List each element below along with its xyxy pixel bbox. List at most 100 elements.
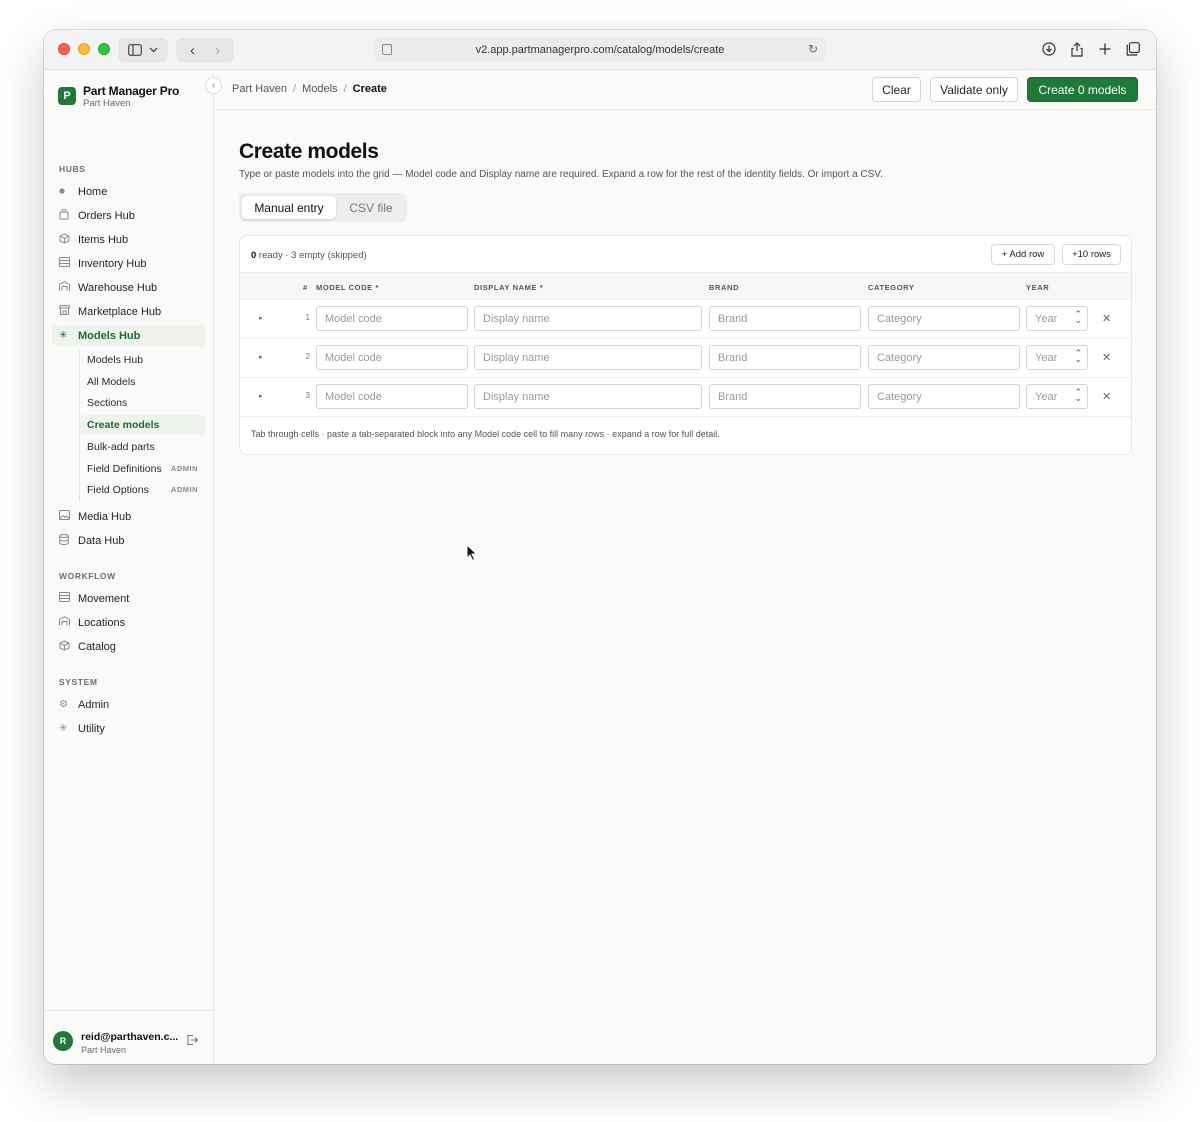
year-stepper[interactable]: ⌃⌄ <box>1026 345 1088 370</box>
sidebar-subitem-field-options[interactable]: Field Options ADMIN <box>80 480 206 499</box>
sidebar-item-label: Locations <box>78 616 126 629</box>
sidebar-subitem-field-definitions[interactable]: Field Definitions ADMIN <box>80 459 206 478</box>
create-models-button[interactable]: Create 0 models <box>1027 77 1138 102</box>
zoom-window-button[interactable] <box>98 43 110 55</box>
clear-button[interactable]: Clear <box>872 77 921 102</box>
user-menu[interactable]: R reid@parthaven.c... Part Haven <box>44 1010 214 1064</box>
sidebar-item-items-hub[interactable]: Items Hub <box>52 229 206 250</box>
admin-badge: ADMIN <box>170 464 198 473</box>
breadcrumb-current: Create <box>352 83 387 95</box>
sidebar-subitem-models-hub[interactable]: Models Hub <box>80 350 206 369</box>
column-header-year: YEAR <box>1026 283 1050 292</box>
reload-icon[interactable]: ↻ <box>808 42 818 56</box>
new-tab-icon[interactable] <box>1096 39 1114 59</box>
share-icon[interactable] <box>1068 39 1086 59</box>
year-stepper[interactable]: ⌃⌄ <box>1026 384 1088 409</box>
stepper-arrows-icon[interactable]: ⌃ ⌄ <box>1074 349 1082 364</box>
sidebar-subitem-label: Sections <box>87 396 128 409</box>
close-window-button[interactable] <box>58 43 70 55</box>
validate-only-button[interactable]: Validate only <box>930 77 1018 102</box>
stepper-arrows-icon[interactable]: ⌃ ⌄ <box>1074 310 1082 325</box>
sparkle-icon: ✳ <box>59 723 68 734</box>
tab-manual-entry[interactable]: Manual entry <box>242 196 336 219</box>
sidebar-item-media-hub[interactable]: Media Hub <box>52 506 206 527</box>
sidebar-item-catalog[interactable]: Catalog <box>52 636 206 657</box>
sidebar-item-models-hub[interactable]: ✳ Models Hub <box>52 325 206 346</box>
remove-row-icon[interactable]: ✕ <box>1102 351 1111 364</box>
sidebar-item-warehouse-hub[interactable]: Warehouse Hub <box>52 277 206 298</box>
column-header-display-name: DISPLAY NAME * <box>474 283 544 292</box>
model-code-input[interactable] <box>316 345 468 370</box>
sidebar-item-orders-hub[interactable]: Orders Hub <box>52 205 206 226</box>
image-icon <box>52 510 74 523</box>
sparkle-icon: ✳ <box>59 330 68 341</box>
sidebar-subitem-label: Bulk-add parts <box>87 440 155 453</box>
brand-input[interactable] <box>709 306 861 331</box>
sidebar-icon <box>127 44 142 56</box>
breadcrumb-models[interactable]: Models <box>302 83 337 95</box>
sidebar-subitem-label: Field Definitions <box>87 462 162 475</box>
add-row-button[interactable]: + Add row <box>991 244 1055 265</box>
sidebar-subitem-create-models[interactable]: Create models <box>80 415 206 434</box>
year-stepper[interactable]: ⌃⌄ <box>1026 306 1088 331</box>
expand-row-icon[interactable]: ▸ <box>259 353 263 361</box>
sidebar-subitem-all-models[interactable]: All Models <box>80 372 206 391</box>
list-icon <box>52 592 74 605</box>
category-input[interactable] <box>868 306 1020 331</box>
site-info-icon[interactable] <box>382 44 392 55</box>
dot-icon <box>52 186 74 197</box>
sidebar-item-label: Home <box>78 185 108 198</box>
collapse-sidebar-button[interactable]: ‹ <box>205 77 222 94</box>
history-nav: ‹ › <box>176 38 234 62</box>
list-icon <box>52 257 74 270</box>
row-number: 2 <box>305 352 310 361</box>
sidebar-item-movement[interactable]: Movement <box>52 588 206 609</box>
sidebar-subitem-sections[interactable]: Sections <box>80 393 206 412</box>
forward-icon[interactable]: › <box>215 42 220 59</box>
gear-icon: ⚙ <box>59 699 68 710</box>
brand-logo[interactable]: P <box>58 87 76 105</box>
sidebar-item-inventory-hub[interactable]: Inventory Hub <box>52 253 206 274</box>
model-code-input[interactable] <box>316 306 468 331</box>
downloads-icon[interactable] <box>1040 39 1058 59</box>
sidebar-item-utility[interactable]: ✳ Utility <box>52 718 206 739</box>
sidebar-item-locations[interactable]: Locations <box>52 612 206 633</box>
sidebar-subitem-bulk-add-parts[interactable]: Bulk-add parts <box>80 437 206 456</box>
row-number: 3 <box>305 391 310 400</box>
minimize-window-button[interactable] <box>78 43 90 55</box>
expand-row-icon[interactable]: ▸ <box>259 392 263 400</box>
row-number: 1 <box>305 313 310 322</box>
brand-input[interactable] <box>709 384 861 409</box>
expand-row-icon[interactable]: ▸ <box>259 314 263 322</box>
page-description: Type or paste models into the grid — Mod… <box>239 169 883 180</box>
add-ten-rows-button[interactable]: +10 rows <box>1062 244 1121 265</box>
display-name-input[interactable] <box>474 345 702 370</box>
sidebar-toggle-button[interactable] <box>118 38 168 62</box>
tab-overview-icon[interactable] <box>1124 39 1142 59</box>
remove-row-icon[interactable]: ✕ <box>1102 312 1111 325</box>
table-row: ▸ 1 ⌃⌄ ✕ <box>240 300 1131 339</box>
category-input[interactable] <box>868 345 1020 370</box>
sidebar-item-marketplace-hub[interactable]: Marketplace Hub <box>52 301 206 322</box>
sidebar-item-admin[interactable]: ⚙ Admin <box>52 694 206 715</box>
address-bar[interactable]: v2.app.partmanagerpro.com/catalog/models… <box>374 37 826 63</box>
model-code-input[interactable] <box>316 384 468 409</box>
breadcrumb-part-haven[interactable]: Part Haven <box>232 83 287 95</box>
database-icon <box>52 533 74 548</box>
category-input[interactable] <box>868 384 1020 409</box>
brand-input[interactable] <box>709 345 861 370</box>
sidebar-item-data-hub[interactable]: Data Hub <box>52 530 206 551</box>
tab-csv-file[interactable]: CSV file <box>339 196 403 219</box>
display-name-input[interactable] <box>474 384 702 409</box>
stepper-arrows-icon[interactable]: ⌃ ⌄ <box>1074 388 1082 403</box>
warehouse-icon <box>52 616 74 629</box>
back-icon[interactable]: ‹ <box>190 42 195 59</box>
section-label-hubs: HUBS <box>59 164 86 174</box>
user-org: Part Haven <box>81 1045 127 1055</box>
user-email: reid@parthaven.c... <box>81 1031 179 1043</box>
logout-icon[interactable] <box>187 1035 199 1048</box>
display-name-input[interactable] <box>474 306 702 331</box>
sidebar-item-home[interactable]: Home <box>52 181 206 202</box>
remove-row-icon[interactable]: ✕ <box>1102 390 1111 403</box>
admin-badge: ADMIN <box>170 485 198 494</box>
